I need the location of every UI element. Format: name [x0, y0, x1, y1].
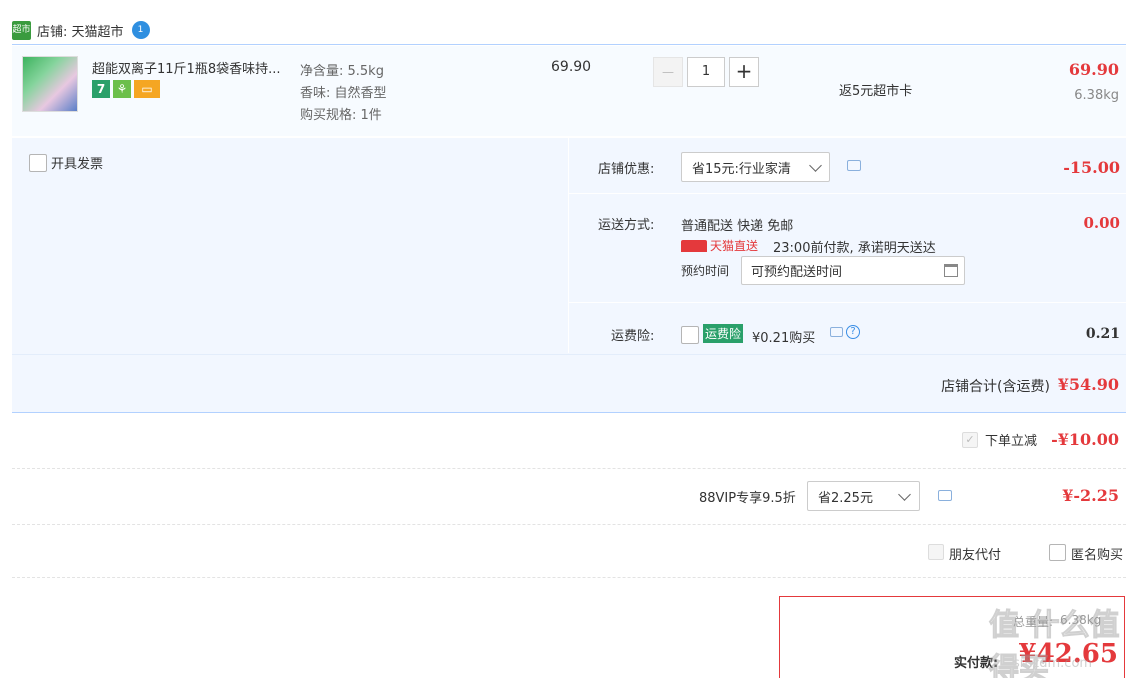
shop-total-row: 店铺合计(含运费) ¥54.90	[12, 354, 1126, 412]
flower-badge-icon[interactable]: ⚘	[113, 80, 131, 98]
pay-label: 实付款:	[954, 656, 999, 671]
delivery-row: 运送方式: 普通配送 快递 免邮 天猫直送 23:00前付款, 承诺明天送达 预…	[569, 195, 1127, 303]
instant-discount-amount: -¥10.00	[1051, 430, 1119, 449]
vip-discount-row: 88VIP专享9.5折 省2.25元 ¥-2.25	[12, 469, 1126, 524]
payment-summary-box: 总重量: 6.38kg 实付款: ¥42.65	[779, 596, 1125, 678]
insurance-checkbox[interactable]	[681, 326, 699, 344]
attr-scent: 香味: 自然香型	[300, 86, 387, 101]
instant-discount-checkbox: ✓	[962, 432, 978, 448]
insurance-tag: 运费险	[703, 324, 744, 343]
delivery-amount: 0.00	[1083, 214, 1120, 232]
order-options-panel: 开具发票 店铺优惠: 省15元:行业家清 -15.00 运送方式: 普通配送 快…	[12, 138, 1127, 413]
insurance-label: 运费险:	[611, 329, 655, 344]
insurance-row: 运费险: 运费险 ¥0.21购买 ? 0.21	[569, 304, 1127, 353]
shop-total-amount: ¥54.90	[1057, 375, 1119, 394]
cart-item-row: 超能双离子11斤1瓶8袋香味持... 7 ⚘ ▭ 净含量: 5.5kg 香味: …	[12, 46, 1126, 136]
total-weight-value: 6.38kg	[1060, 613, 1102, 627]
anonymous-label: 匿名购买	[1071, 548, 1124, 563]
pay-amount: ¥42.65	[1018, 639, 1118, 669]
instant-discount-row: ✓ 下单立减 -¥10.00	[12, 414, 1126, 468]
tmall-direct-tag: 天猫直送	[681, 237, 758, 254]
message-icon[interactable]	[830, 327, 843, 337]
invoice-option[interactable]: 开具发票	[29, 153, 103, 172]
chevron-down-icon	[809, 159, 822, 172]
attr-spec: 购买规格: 1件	[300, 108, 382, 123]
insurance-amount: 0.21	[1085, 326, 1120, 342]
item-weight: 6.38kg	[1074, 88, 1119, 103]
card-badge-icon[interactable]: ▭	[134, 80, 160, 98]
anonymous-checkbox[interactable]	[1049, 544, 1066, 561]
increase-button[interactable]: +	[729, 57, 759, 87]
vip-amount: ¥-2.25	[1062, 486, 1119, 505]
product-title[interactable]: 超能双离子11斤1瓶8袋香味持...	[92, 58, 292, 77]
shop-discount-row: 店铺优惠: 省15元:行业家清 -15.00	[569, 138, 1127, 194]
invoice-checkbox[interactable]	[29, 153, 47, 172]
total-weight-label: 总重量:	[1013, 615, 1054, 629]
friend-pay-checkbox	[928, 544, 944, 560]
schedule-time-select[interactable]: 可预约配送时间	[741, 256, 965, 285]
divider	[12, 577, 1126, 578]
header-divider	[12, 44, 1126, 45]
tmall-cat-icon	[681, 239, 707, 252]
schedule-label: 预约时间	[681, 264, 730, 278]
delivery-label: 运送方式:	[598, 218, 655, 233]
help-icon[interactable]: ?	[846, 325, 860, 339]
friend-pay-label: 朋友代付	[949, 548, 1002, 563]
chat-bubble-icon[interactable]: 1	[131, 21, 150, 39]
insurance-price: ¥0.21购买	[752, 331, 816, 346]
checkout-options-row: 朋友代付 匿名购买	[12, 525, 1126, 577]
shop-discount-select[interactable]: 省15元:行业家清	[681, 152, 830, 182]
shop-name[interactable]: 店铺: 天猫超市	[37, 21, 124, 40]
calendar-icon	[944, 264, 958, 277]
message-icon[interactable]	[847, 160, 861, 171]
delivery-promise: 23:00前付款, 承诺明天送达	[773, 241, 936, 256]
promo-text: 返5元超市卡	[839, 84, 913, 99]
invoice-label: 开具发票	[51, 157, 104, 172]
unit-price: 69.90	[551, 59, 592, 75]
item-total: 69.90	[1068, 60, 1119, 79]
shop-discount-amount: -15.00	[1063, 158, 1120, 177]
quantity-input[interactable]: 1	[687, 57, 725, 87]
message-icon[interactable]	[938, 490, 952, 501]
attr-net-weight: 净含量: 5.5kg	[300, 64, 384, 79]
quantity-stepper: — 1 +	[653, 57, 759, 87]
options-right-column: 店铺优惠: 省15元:行业家清 -15.00 运送方式: 普通配送 快递 免邮 …	[568, 138, 1127, 353]
vip-discount-select[interactable]: 省2.25元	[807, 481, 920, 511]
shop-header: 超市 店铺: 天猫超市 1	[12, 20, 150, 40]
chevron-down-icon	[898, 488, 911, 501]
product-image[interactable]	[22, 56, 78, 112]
seven-day-return-icon[interactable]: 7	[92, 80, 110, 98]
vip-label: 88VIP专享9.5折	[699, 491, 796, 506]
decrease-button[interactable]: —	[653, 57, 683, 87]
shop-total-label: 店铺合计(含运费)	[941, 379, 1050, 395]
shop-discount-label: 店铺优惠:	[598, 162, 655, 177]
service-badges: 7 ⚘ ▭	[92, 80, 160, 98]
supermarket-icon: 超市	[12, 20, 31, 40]
delivery-method: 普通配送 快递 免邮	[681, 219, 794, 234]
instant-discount-label: 下单立减	[985, 434, 1038, 449]
